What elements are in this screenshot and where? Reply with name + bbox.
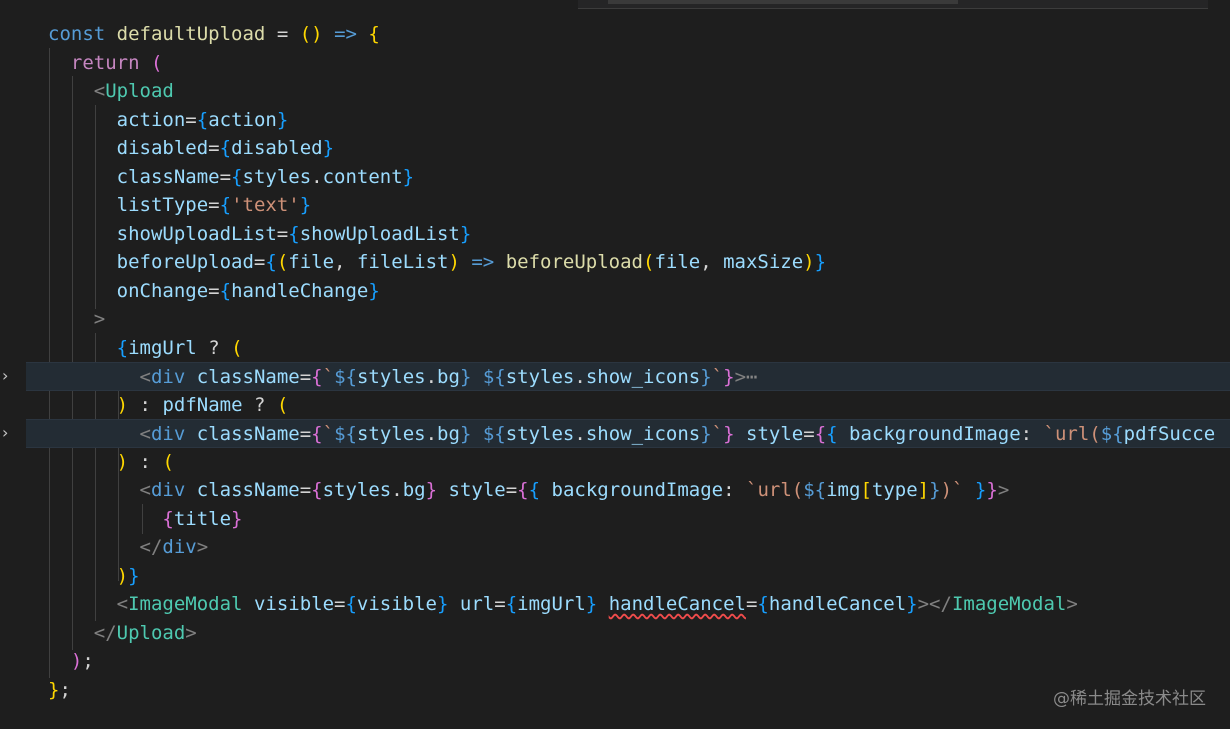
- watermark: @稀土掘金技术社区: [1053, 689, 1206, 709]
- minimap-scroll-area[interactable]: [578, 0, 1208, 9]
- code-text: return (: [70, 51, 163, 74]
- code-line[interactable]: };: [26, 676, 1230, 705]
- code-text: showUploadList={showUploadList}: [116, 222, 472, 245]
- code-line[interactable]: )}: [26, 562, 1230, 591]
- code-line[interactable]: {title}: [26, 505, 1230, 534]
- code-line[interactable]: disabled={disabled}: [26, 134, 1230, 163]
- code-text: {imgUrl ? (: [116, 336, 243, 359]
- code-line[interactable]: <Upload: [26, 77, 1230, 106]
- code-line[interactable]: return (: [26, 49, 1230, 78]
- code-line[interactable]: beforeUpload={(file, fileList) => before…: [26, 248, 1230, 277]
- code-line[interactable]: >: [26, 305, 1230, 334]
- code-line[interactable]: {imgUrl ? (: [26, 334, 1230, 363]
- code-line[interactable]: action={action}: [26, 106, 1230, 135]
- code-line-folded[interactable]: <div className={`${styles.bg} ${styles.s…: [26, 362, 1230, 391]
- code-text: {title}: [162, 507, 243, 530]
- chevron-right-icon[interactable]: ›: [2, 368, 16, 384]
- code-text: disabled={disabled}: [116, 137, 335, 159]
- chevron-right-icon[interactable]: ›: [2, 425, 16, 441]
- code-line[interactable]: onChange={handleChange}: [26, 277, 1230, 306]
- code-editor[interactable]: › › const defaultUpload = () => { return…: [0, 0, 1230, 729]
- code-line[interactable]: ) : pdfName ? (: [26, 391, 1230, 420]
- code-text: beforeUpload={(file, fileList) => before…: [116, 251, 827, 273]
- code-text: const defaultUpload = () => {: [48, 23, 380, 45]
- code-text: </Upload>: [93, 621, 197, 644]
- code-line[interactable]: const defaultUpload = () => {: [26, 20, 1230, 49]
- code-text: <div className={`${styles.bg} ${styles.s…: [139, 366, 758, 388]
- code-text: <ImageModal visible={visible} url={imgUr…: [116, 593, 1078, 615]
- code-line[interactable]: </Upload>: [26, 619, 1230, 648]
- code-line-folded[interactable]: <div className={`${styles.bg} ${styles.s…: [26, 419, 1230, 448]
- code-line[interactable]: <div className={styles.bg} style={{ back…: [26, 476, 1230, 505]
- code-line[interactable]: ) : (: [26, 448, 1230, 477]
- code-text: <div className={`${styles.bg} ${styles.s…: [139, 423, 1216, 445]
- code-line[interactable]: className={styles.content}: [26, 163, 1230, 192]
- code-text: onChange={handleChange}: [116, 279, 380, 302]
- code-line[interactable]: <ImageModal visible={visible} url={imgUr…: [26, 590, 1230, 619]
- code-text: action={action}: [116, 108, 289, 131]
- folded-ellipsis-icon[interactable]: ⋯: [746, 366, 757, 388]
- code-text: };: [48, 678, 71, 701]
- code-text: className={styles.content}: [116, 165, 415, 188]
- editor-gutter: [0, 0, 26, 729]
- code-text: listType={'text'}: [116, 194, 312, 216]
- code-text: )}: [116, 564, 140, 587]
- code-line[interactable]: </div>: [26, 533, 1230, 562]
- code-text: <Upload: [93, 80, 174, 102]
- code-line[interactable]: showUploadList={showUploadList}: [26, 220, 1230, 249]
- scroll-thumb[interactable]: [608, 0, 958, 4]
- code-text: ) : pdfName ? (: [116, 393, 289, 416]
- code-text: >: [93, 308, 106, 330]
- code-text: );: [70, 650, 94, 672]
- code-line[interactable]: );: [26, 647, 1230, 676]
- code-text: ) : (: [116, 450, 174, 473]
- code-text: </div>: [139, 536, 209, 558]
- code-line[interactable]: listType={'text'}: [26, 191, 1230, 220]
- code-text: <div className={styles.bg} style={{ back…: [139, 479, 1010, 501]
